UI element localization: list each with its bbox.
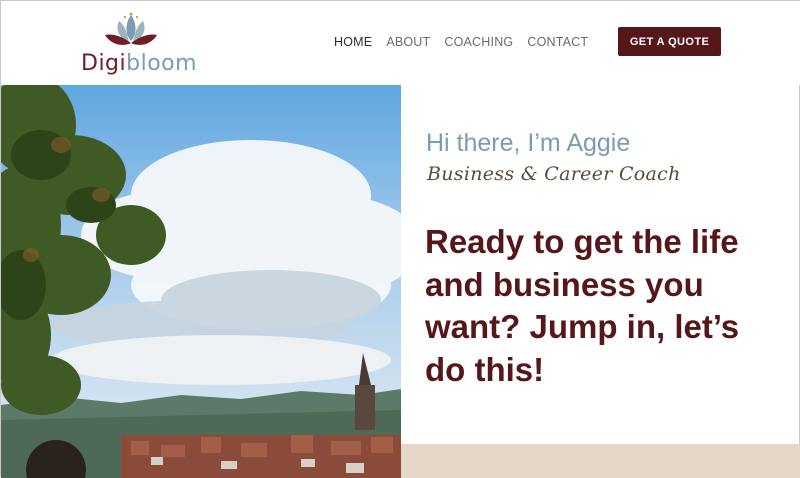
logo-text-part1: Digi xyxy=(81,51,127,76)
hero-headline: Ready to get the life and business you w… xyxy=(425,223,740,388)
get-a-quote-button[interactable]: GET A QUOTE xyxy=(618,27,721,56)
nav-item-coaching[interactable]: COACHING xyxy=(444,35,513,49)
nav-item-contact[interactable]: CONTACT xyxy=(527,35,588,49)
hero-greeting: Hi there, I’m Aggie xyxy=(426,129,631,157)
hero-image xyxy=(1,85,401,478)
logo[interactable]: Digibloom xyxy=(81,11,197,76)
logo-text: Digibloom xyxy=(81,51,197,76)
site-header: Digibloom HOME ABOUT COACHING CONTACT GE… xyxy=(1,1,800,85)
nav-item-home[interactable]: HOME xyxy=(334,35,372,49)
logo-text-part2: bloom xyxy=(126,51,198,76)
beige-section-band xyxy=(401,444,800,478)
hero-subtitle: Business & Career Coach xyxy=(427,163,681,185)
main-nav: HOME ABOUT COACHING CONTACT xyxy=(334,35,588,49)
nav-item-about[interactable]: ABOUT xyxy=(386,35,430,49)
lotus-icon xyxy=(105,12,157,45)
